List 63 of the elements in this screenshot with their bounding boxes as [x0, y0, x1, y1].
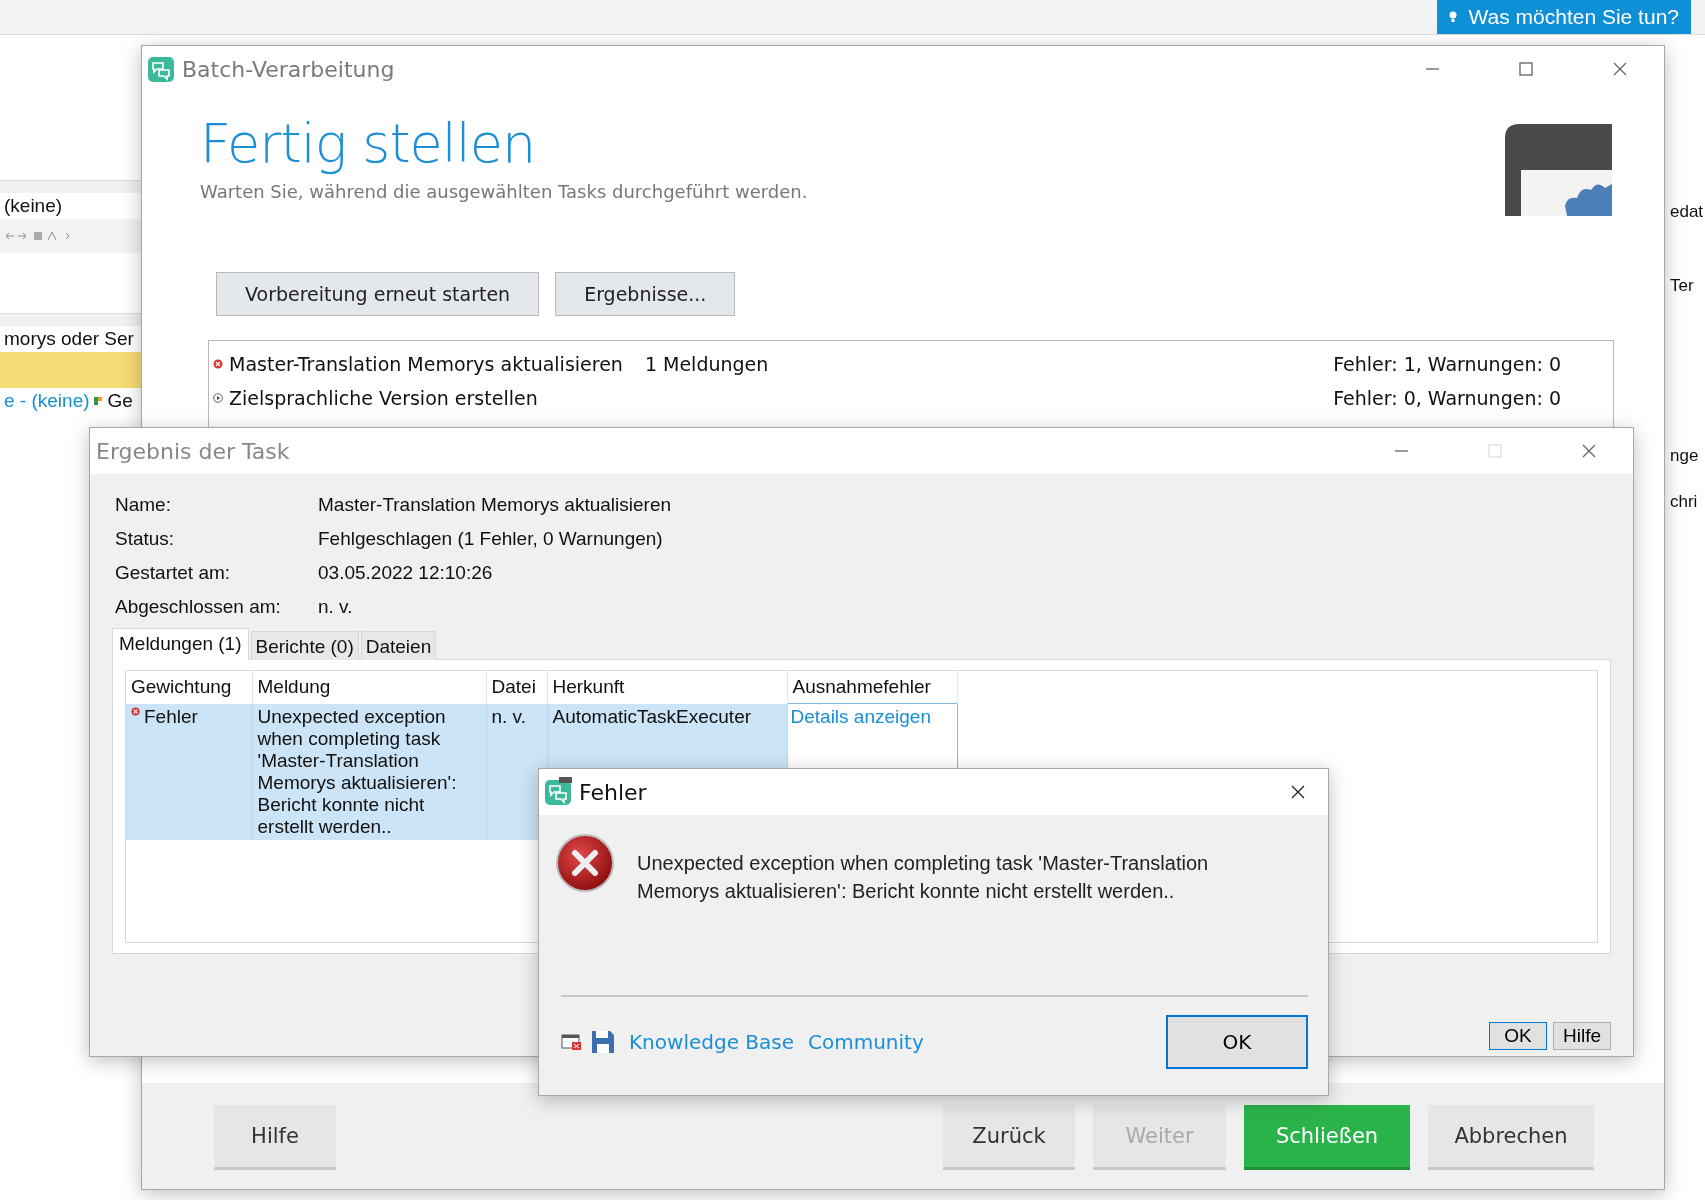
tab-label[interactable]: Ge	[105, 388, 133, 414]
error-icon	[131, 706, 140, 716]
minimize-icon	[1394, 450, 1408, 452]
tab[interactable]: Berichte (0)	[250, 631, 359, 660]
field-value: n. v.	[318, 595, 354, 619]
field-value: Master-Translation Memorys aktualisieren	[318, 493, 673, 517]
assistant-button[interactable]: Was möchten Sie tun?	[1436, 0, 1691, 34]
action-button[interactable]: Vorbereitung erneut starten	[216, 272, 540, 316]
panel-text: edat	[1669, 201, 1705, 223]
status-icon	[93, 397, 102, 405]
details-link[interactable]: Details anzeigen	[790, 706, 931, 727]
field-value: Fehlgeschlagen (1 Fehler, 0 Warnungen)	[318, 527, 664, 551]
table-cell: AutomaticTaskExecuter	[552, 705, 752, 727]
task-summary: Fehler: 1, Warnungen: 0	[1333, 353, 1561, 375]
close-icon	[1612, 61, 1628, 77]
field-label: Status:	[115, 527, 176, 551]
minimize-icon	[1425, 68, 1439, 70]
section-heading: morys oder Ser	[3, 327, 135, 351]
status-link[interactable]: e - (keine)	[0, 388, 90, 414]
app-logo-icon	[543, 777, 573, 807]
ok-button[interactable]: OK	[1166, 1015, 1308, 1069]
field-label: Name:	[115, 493, 172, 517]
window-error-icon	[561, 1033, 583, 1051]
lightbulb-icon	[1448, 11, 1457, 23]
dialog-button[interactable]: OK	[1489, 1022, 1547, 1050]
field-value: (keine)	[3, 194, 64, 218]
table-cell: n. v.	[491, 705, 526, 727]
maximize-icon	[1518, 61, 1534, 77]
field-value: 03.05.2022 12:10:26	[318, 561, 494, 585]
table-cell: Unexpected exception when completing task 'Master-Translation Memorys aktualisieren': Bericht konnte nicht erstellt werden..	[257, 705, 457, 837]
window-title: Batch-Verarbeitung	[182, 56, 396, 82]
tab[interactable]: Dateien	[360, 631, 437, 660]
field-label: Abgeschlossen am:	[115, 595, 282, 619]
column-header[interactable]: Herkunft	[547, 671, 787, 704]
footer-button[interactable]: Abbrechen	[1428, 1105, 1594, 1167]
footer-button[interactable]: Hilfe	[214, 1105, 336, 1167]
panel-text: chri	[1669, 491, 1699, 513]
dialog-title: Fehler	[579, 779, 648, 805]
panel-text: Ter	[1669, 275, 1695, 297]
app-logo-icon	[146, 54, 176, 84]
page-subtitle: Warten Sie, während die ausgewählten Tasks durchgeführt werden.	[200, 181, 808, 202]
dialog-button[interactable]: Hilfe	[1553, 1022, 1611, 1050]
field-label: Gestartet am:	[115, 561, 232, 585]
task-name[interactable]: Zielsprachliche Version erstellen	[229, 387, 538, 409]
save-icon	[591, 1030, 615, 1054]
maximize-icon	[1487, 443, 1503, 459]
column-header[interactable]: Meldung	[252, 671, 486, 704]
tab[interactable]: Meldungen (1)	[112, 628, 249, 660]
table-cell: Fehler	[144, 705, 198, 728]
close-icon	[1581, 443, 1597, 459]
task-summary: Fehler: 0, Warnungen: 0	[1333, 387, 1561, 409]
column-header[interactable]: Gewichtung	[126, 671, 252, 704]
window-title: Ergebnis der Task	[95, 438, 291, 464]
task-message-count: 1 Meldungen	[644, 353, 769, 375]
action-button[interactable]: Ergebnisse...	[555, 272, 736, 316]
panel-text: nge	[1669, 445, 1700, 467]
task-name[interactable]: Master-Translation Memorys aktualisieren	[229, 353, 623, 375]
error-message: Unexpected exception when completing task 'Master-Translation Memorys aktualisieren': Bericht konnte nicht erstellt werden..	[637, 851, 1210, 904]
page-heading: Fertig stellen	[200, 112, 537, 175]
footer-button[interactable]: Zurück	[943, 1105, 1075, 1167]
column-header[interactable]: Datei	[486, 671, 547, 704]
error-icon	[555, 833, 615, 893]
close-icon	[1290, 784, 1306, 800]
